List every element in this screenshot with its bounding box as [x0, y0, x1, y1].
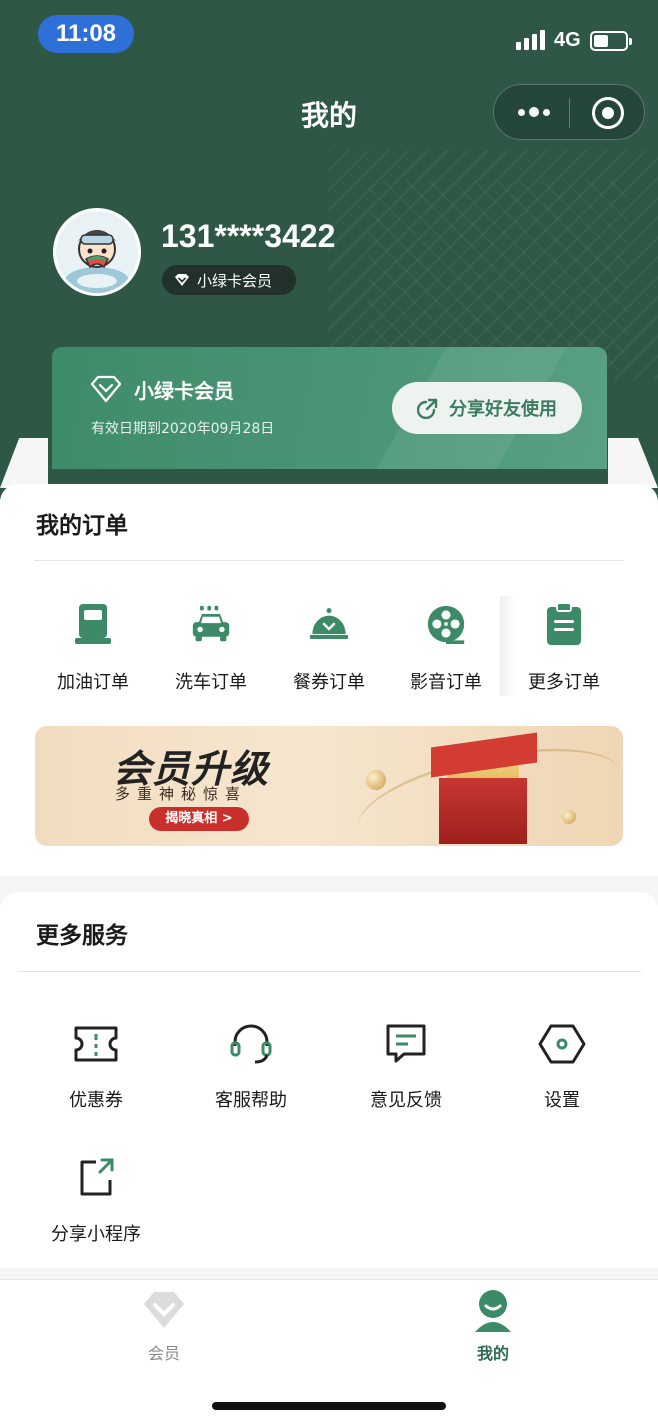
tab-mine[interactable]: 我的	[433, 1286, 553, 1364]
diamond-icon	[175, 274, 189, 286]
car-wash-icon	[192, 605, 230, 642]
headset-icon	[230, 1024, 272, 1064]
tab-member[interactable]: 会员	[104, 1286, 224, 1364]
membership-card[interactable]: 小绿卡会员 有效日期到2020年09月28日 分享好友使用	[52, 347, 607, 469]
capsule-divider	[569, 98, 570, 128]
user-phone: 131****3422	[161, 218, 336, 254]
order-car-wash-label: 洗车订单	[175, 672, 247, 693]
card-valid-date: 有效日期到2020年09月28日	[91, 421, 275, 437]
avatar-illustration	[56, 211, 138, 293]
orders-title: 我的订单	[36, 513, 128, 539]
share-with-friends-button[interactable]: 分享好友使用	[392, 382, 582, 434]
member-level-badge[interactable]: 小绿卡会员	[162, 265, 296, 295]
clipboard-icon	[547, 602, 581, 645]
network-type: 4G	[554, 29, 581, 51]
status-time: 11:08	[38, 15, 134, 53]
film-reel-icon	[427, 605, 465, 644]
member-upgrade-banner[interactable]: 会员升级 多重神秘惊喜 揭晓真相 >	[35, 726, 623, 846]
tab-mine-label: 我的	[476, 1344, 509, 1363]
order-car-wash[interactable]: 洗车订单	[152, 602, 270, 694]
diamond-icon	[144, 1292, 184, 1328]
services-title: 更多服务	[36, 923, 128, 949]
gold-ball-decoration-small	[562, 810, 576, 824]
home-indicator	[212, 1402, 446, 1410]
order-food-coupon-label: 餐券订单	[293, 672, 365, 693]
share-icon	[80, 1158, 114, 1196]
fuel-pump-icon	[75, 604, 111, 644]
header-pattern-secondary	[368, 180, 628, 370]
service-support-label: 客服帮助	[215, 1090, 287, 1111]
gift-box-icon	[439, 778, 527, 844]
share-button-label: 分享好友使用	[449, 399, 557, 420]
service-feedback-label: 意见反馈	[370, 1090, 442, 1111]
feedback-icon	[386, 1024, 426, 1063]
card-title: 小绿卡会员	[134, 379, 234, 403]
avatar[interactable]	[53, 208, 141, 296]
order-more[interactable]: 更多订单	[505, 602, 623, 694]
banner-subtitle: 多重神秘惊喜	[115, 785, 248, 803]
member-level-label: 小绿卡会员	[197, 271, 273, 290]
gold-ball-decoration	[366, 770, 386, 790]
diamond-outline-icon	[90, 375, 122, 403]
more-icon[interactable]	[514, 99, 554, 125]
service-feedback[interactable]: 意见反馈	[336, 1022, 476, 1112]
food-cloche-icon	[309, 608, 349, 639]
settings-icon	[538, 1024, 586, 1064]
order-more-label: 更多订单	[528, 672, 600, 693]
service-support[interactable]: 客服帮助	[181, 1022, 321, 1112]
order-media-label: 影音订单	[410, 672, 482, 693]
service-share-miniprogram[interactable]: 分享小程序	[26, 1156, 166, 1246]
promo-section: 会员升级 多重神秘惊喜 揭晓真相 >	[0, 696, 658, 876]
order-food-coupon[interactable]: 餐券订单	[270, 602, 388, 694]
share-arrow-icon	[417, 398, 438, 419]
service-settings[interactable]: 设置	[492, 1022, 632, 1112]
banner-cta-button[interactable]: 揭晓真相 >	[149, 807, 249, 831]
order-fuel[interactable]: 加油订单	[34, 602, 152, 694]
battery-icon	[590, 31, 632, 51]
tab-member-label: 会员	[147, 1344, 180, 1363]
close-miniprogram-icon[interactable]	[592, 97, 624, 129]
service-share-label: 分享小程序	[51, 1224, 141, 1245]
user-icon	[475, 1290, 511, 1332]
order-media[interactable]: 影音订单	[387, 602, 505, 694]
orders-divider	[34, 560, 624, 561]
miniprogram-capsule	[493, 84, 645, 140]
services-section: 更多服务 优惠券 客服帮助 意见反馈 设置 分享小程序	[0, 892, 658, 1268]
services-divider	[17, 971, 641, 972]
signal-icon	[516, 30, 545, 50]
service-settings-label: 设置	[544, 1090, 580, 1111]
coupon-icon	[74, 1026, 118, 1062]
orders-section: 我的订单 加油订单 洗车订单 餐券订单 影音订单 更多订单	[0, 484, 658, 696]
service-coupon[interactable]: 优惠券	[26, 1022, 166, 1112]
service-coupon-label: 优惠券	[69, 1090, 123, 1111]
order-fuel-label: 加油订单	[57, 672, 129, 693]
